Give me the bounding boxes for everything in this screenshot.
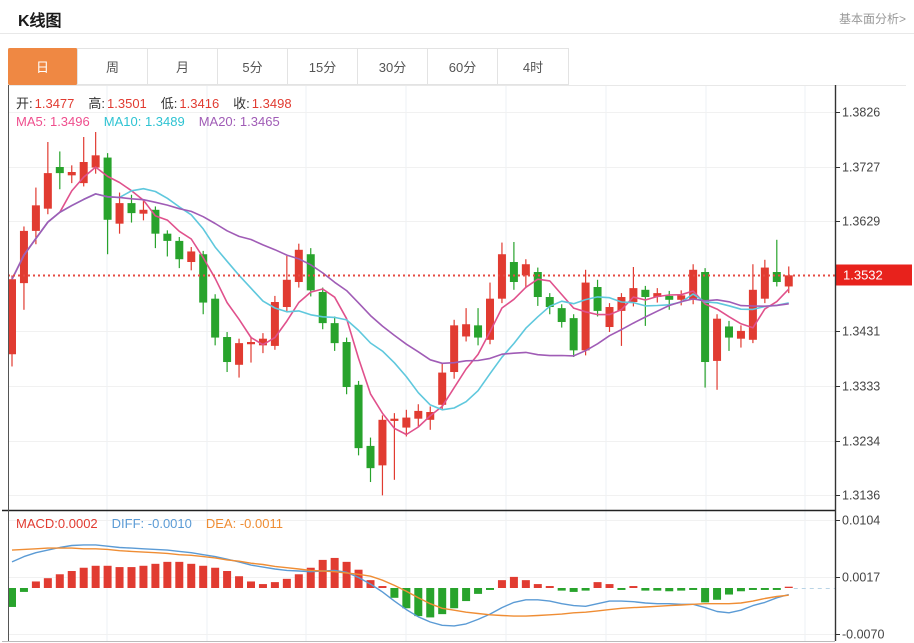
open-label: 开: [16, 96, 33, 111]
diff-value: -0.0010 [148, 516, 192, 531]
svg-text:1.3532: 1.3532 [843, 268, 883, 283]
ma-legend: MA5: 1.3496 MA10: 1.3489 MA20: 1.3465 [16, 114, 294, 129]
close-label: 收: [233, 96, 250, 111]
macd-label: MACD: [16, 516, 58, 531]
svg-text:1.3234: 1.3234 [842, 435, 880, 449]
open-value: 1.3477 [35, 96, 75, 111]
ohlc-legend: 开:1.3477 高:1.3501 低:1.3416 收:1.3498 [16, 93, 306, 112]
svg-text:1.3727: 1.3727 [842, 161, 880, 175]
ma5-label: MA5: [16, 114, 46, 129]
ma10-label: MA10: [104, 114, 142, 129]
dea-label: DEA: [206, 516, 236, 531]
dea-value: -0.0011 [240, 516, 283, 531]
low-value: 1.3416 [179, 96, 219, 111]
svg-text:-0.0070: -0.0070 [842, 628, 884, 642]
low-label: 低: [161, 96, 178, 111]
macd-legend: MACD:0.0002 DIFF: -0.0010 DEA: -0.0011 [16, 516, 297, 531]
ma10-value: 1.3489 [145, 114, 185, 129]
svg-text:0.0017: 0.0017 [842, 571, 880, 585]
kline-chart[interactable]: 1.3826 1.3727 1.3629 1.3431 1.3333 1.3234 1.31… [0, 0, 914, 643]
svg-text:1.3136: 1.3136 [842, 489, 880, 503]
svg-text:1.3431: 1.3431 [842, 325, 880, 339]
ma5-value: 1.3496 [50, 114, 90, 129]
svg-text:1.3629: 1.3629 [842, 215, 880, 229]
svg-text:1.3826: 1.3826 [842, 106, 880, 120]
svg-text:0.0104: 0.0104 [842, 514, 880, 528]
ma20-label: MA20: [199, 114, 237, 129]
high-value: 1.3501 [107, 96, 147, 111]
macd-value: 0.0002 [58, 516, 98, 531]
diff-label: DIFF: [112, 516, 145, 531]
ma20-value: 1.3465 [240, 114, 280, 129]
high-label: 高: [88, 96, 105, 111]
kline-widget: { "page": { "title": "K线图", "link": "基本面… [0, 0, 914, 643]
close-value: 1.3498 [252, 96, 292, 111]
svg-text:1.3333: 1.3333 [842, 380, 880, 394]
